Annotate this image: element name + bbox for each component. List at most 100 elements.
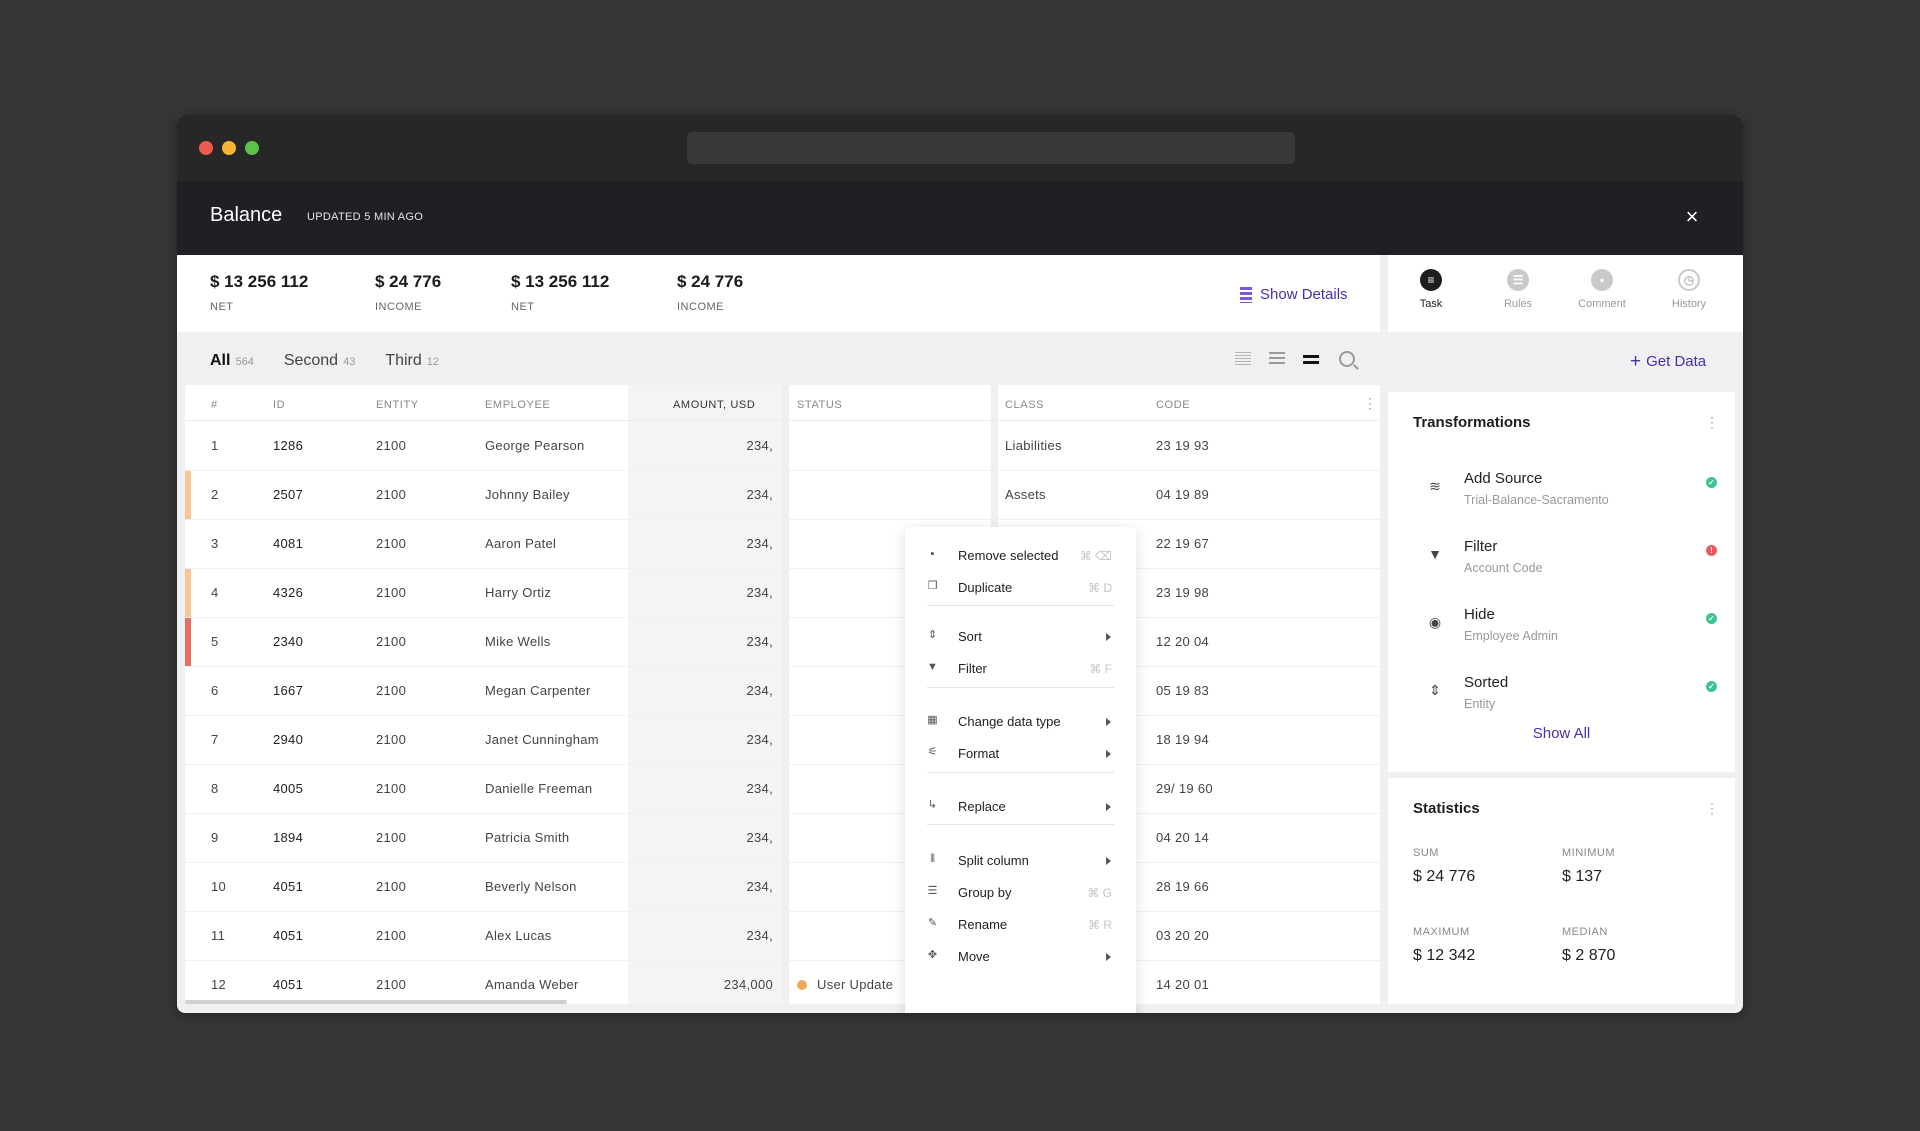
table-row[interactable]: 1040512100Beverly Nelson234,Income28 19 … <box>185 863 1380 912</box>
menu-item-rename[interactable]: ✎ Rename ⌘ R <box>905 908 1136 940</box>
header-entity[interactable]: ENTITY <box>376 399 419 411</box>
wide-view-icon[interactable] <box>1303 354 1319 364</box>
menu-item-label: Filter <box>958 661 987 676</box>
transformation-item[interactable]: ▼ Filter Account Code! <box>1413 530 1723 590</box>
show-details-button[interactable]: Show Details <box>1240 286 1348 303</box>
normal-view-icon[interactable] <box>1269 352 1285 366</box>
column-menu-icon[interactable]: ⋮ <box>1363 395 1377 412</box>
minimize-window-button[interactable] <box>222 141 236 155</box>
address-bar[interactable] <box>687 132 1295 164</box>
statistics-panel: Statistics ⋮ SUM $ 24 776 MINIMUM $ 137 … <box>1388 778 1735 1004</box>
transformation-name: Add Source <box>1464 470 1543 487</box>
header-code[interactable]: CODE <box>1156 399 1190 411</box>
task-icon: ≡ <box>1420 269 1442 291</box>
menu-item-replace[interactable]: ↳ Replace <box>905 790 1136 822</box>
maximize-window-button[interactable] <box>245 141 259 155</box>
table-row[interactable]: 340812100Aaron Patel234,Assets22 19 67 <box>185 520 1380 569</box>
table-row[interactable]: 443262100Harry Ortiz234,Liabilities23 19… <box>185 569 1380 618</box>
submenu-arrow-icon <box>1106 953 1111 961</box>
cell-entity: 2100 <box>376 928 407 943</box>
cell-id: 4005 <box>273 781 304 796</box>
menu-shortcut: ⌘ R <box>1088 918 1112 932</box>
sort-icon: ⇕ <box>927 629 938 641</box>
cell-code: 03 20 20 <box>1156 928 1210 943</box>
replace-icon: ↳ <box>927 799 938 811</box>
header-class[interactable]: CLASS <box>1005 399 1044 411</box>
filter-tab-second[interactable]: Second 43 <box>284 352 356 370</box>
cell-amount: 234, <box>746 438 773 453</box>
more-icon[interactable]: ⋮ <box>1705 800 1719 817</box>
header-id[interactable]: ID <box>273 399 285 411</box>
header-amount[interactable]: AMOUNT, USD <box>673 399 755 411</box>
more-icon[interactable]: ⋮ <box>1705 414 1719 431</box>
table-row[interactable]: 918942100Patricia Smith234,Assets04 20 1… <box>185 814 1380 863</box>
tab-label: Comment <box>1578 298 1626 310</box>
table-row[interactable]: 2 2507 2100 Johnny Bailey 234, Assets 04 19 89 <box>185 471 1380 520</box>
horizontal-scrollbar[interactable] <box>185 1000 567 1004</box>
menu-item-split-column[interactable]: ⫴ Split column <box>905 844 1136 876</box>
search-icon[interactable] <box>1339 351 1355 367</box>
browser-titlebar <box>177 115 1743 181</box>
eye-icon: ◉ <box>1428 614 1442 630</box>
cell-id: 4051 <box>273 879 304 894</box>
cell-id: 2940 <box>273 732 304 747</box>
cell-id: 4326 <box>273 585 304 600</box>
header-employee[interactable]: EMPLOYEE <box>485 399 550 411</box>
menu-item-duplicate[interactable]: ❐ Duplicate ⌘ D <box>905 571 1136 603</box>
show-all-link[interactable]: Show All <box>1388 725 1735 742</box>
menu-item-filter[interactable]: ▼ Filter ⌘ F <box>905 652 1136 684</box>
table-row[interactable]: 1 1286 2100 George Pearson 234, Liabilities 23… <box>185 422 1380 471</box>
menu-item-group-by[interactable]: ☰ Group by ⌘ G <box>905 876 1136 908</box>
menu-item-label: Format <box>958 746 1000 761</box>
tab-rules[interactable]: ☰ Rules <box>1488 269 1548 310</box>
table-row[interactable]: 616672100Megan Carpenter234,Assets05 19 … <box>185 667 1380 716</box>
history-icon: ◷ <box>1678 269 1700 291</box>
tab-label: Rules <box>1503 298 1533 310</box>
cell-id: 4081 <box>273 536 304 551</box>
cell-employee: Megan Carpenter <box>485 683 591 698</box>
transformation-item[interactable]: ◉ Hide Employee Admin ✓ <box>1413 598 1723 658</box>
header-num[interactable]: # <box>211 399 218 411</box>
menu-item-move[interactable]: ✥ Move <box>905 940 1136 972</box>
transformation-detail: Account Code <box>1464 561 1543 575</box>
menu-item-remove-selected[interactable]: ▪ Remove selected ⌘ ⌫ <box>905 539 1136 571</box>
table-row[interactable]: 729402100Janet Cunningham234,Assets18 19… <box>185 716 1380 765</box>
filter-tab-label: All <box>210 352 231 369</box>
menu-item-label: Change data type <box>958 714 1061 729</box>
menu-item-label: Group by <box>958 885 1012 900</box>
cell-num: 1 <box>211 438 219 453</box>
menu-item-format[interactable]: ⚟ Format <box>905 737 1136 769</box>
tab-history[interactable]: ◷ History <box>1659 269 1719 310</box>
tab-label: History <box>1671 298 1707 310</box>
table-row[interactable]: 1140512100Alex Lucas234,Income03 20 20 <box>185 912 1380 961</box>
close-window-button[interactable] <box>199 141 213 155</box>
cell-id: 4051 <box>273 977 304 992</box>
cell-entity: 2100 <box>376 977 407 992</box>
filter-tab-all[interactable]: All 564 <box>210 352 254 370</box>
summary-stat: $ 24 776 INCOME <box>375 272 441 313</box>
close-icon[interactable]: × <box>1681 206 1703 228</box>
table-row[interactable]: 523402100Mike Wells234,Equity12 20 04 <box>185 618 1380 667</box>
cell-employee: Danielle Freeman <box>485 781 593 796</box>
table-row[interactable]: 12 4051 2100 Amanda Weber 234,000 User Update… <box>185 961 1380 1004</box>
cell-amount: 234, <box>746 879 773 894</box>
transformation-item[interactable]: ⇕ Sorted Entity ✓ <box>1413 666 1723 726</box>
cell-code: 29/ 19 60 <box>1156 781 1213 796</box>
cell-employee: Mike Wells <box>485 634 551 649</box>
cell-code: 12 20 04 <box>1156 634 1210 649</box>
filter-icon: ▼ <box>927 661 938 673</box>
tab-task[interactable]: ≡ Task <box>1401 269 1461 310</box>
menu-item-sort[interactable]: ⇕ Sort <box>905 620 1136 652</box>
filter-tab-count: 564 <box>235 356 254 368</box>
dense-view-icon[interactable] <box>1235 352 1251 366</box>
menu-item-label: Sort <box>958 629 982 644</box>
transformation-item[interactable]: ≋ Add Source Trial-Balance-Sacramento ✓ <box>1413 462 1723 522</box>
get-data-button[interactable]: + Get Data <box>1630 351 1706 373</box>
tab-comment[interactable]: ▪ Comment <box>1572 269 1632 310</box>
plus-icon: + <box>1630 351 1642 372</box>
cell-employee: Amanda Weber <box>485 977 579 992</box>
table-row[interactable]: 840052100Danielle Freeman234,Income29/ 1… <box>185 765 1380 814</box>
filter-tab-third[interactable]: Third 12 <box>385 352 439 370</box>
header-status[interactable]: STATUS <box>797 399 842 411</box>
menu-item-change-data-type[interactable]: ▦ Change data type <box>905 705 1136 737</box>
